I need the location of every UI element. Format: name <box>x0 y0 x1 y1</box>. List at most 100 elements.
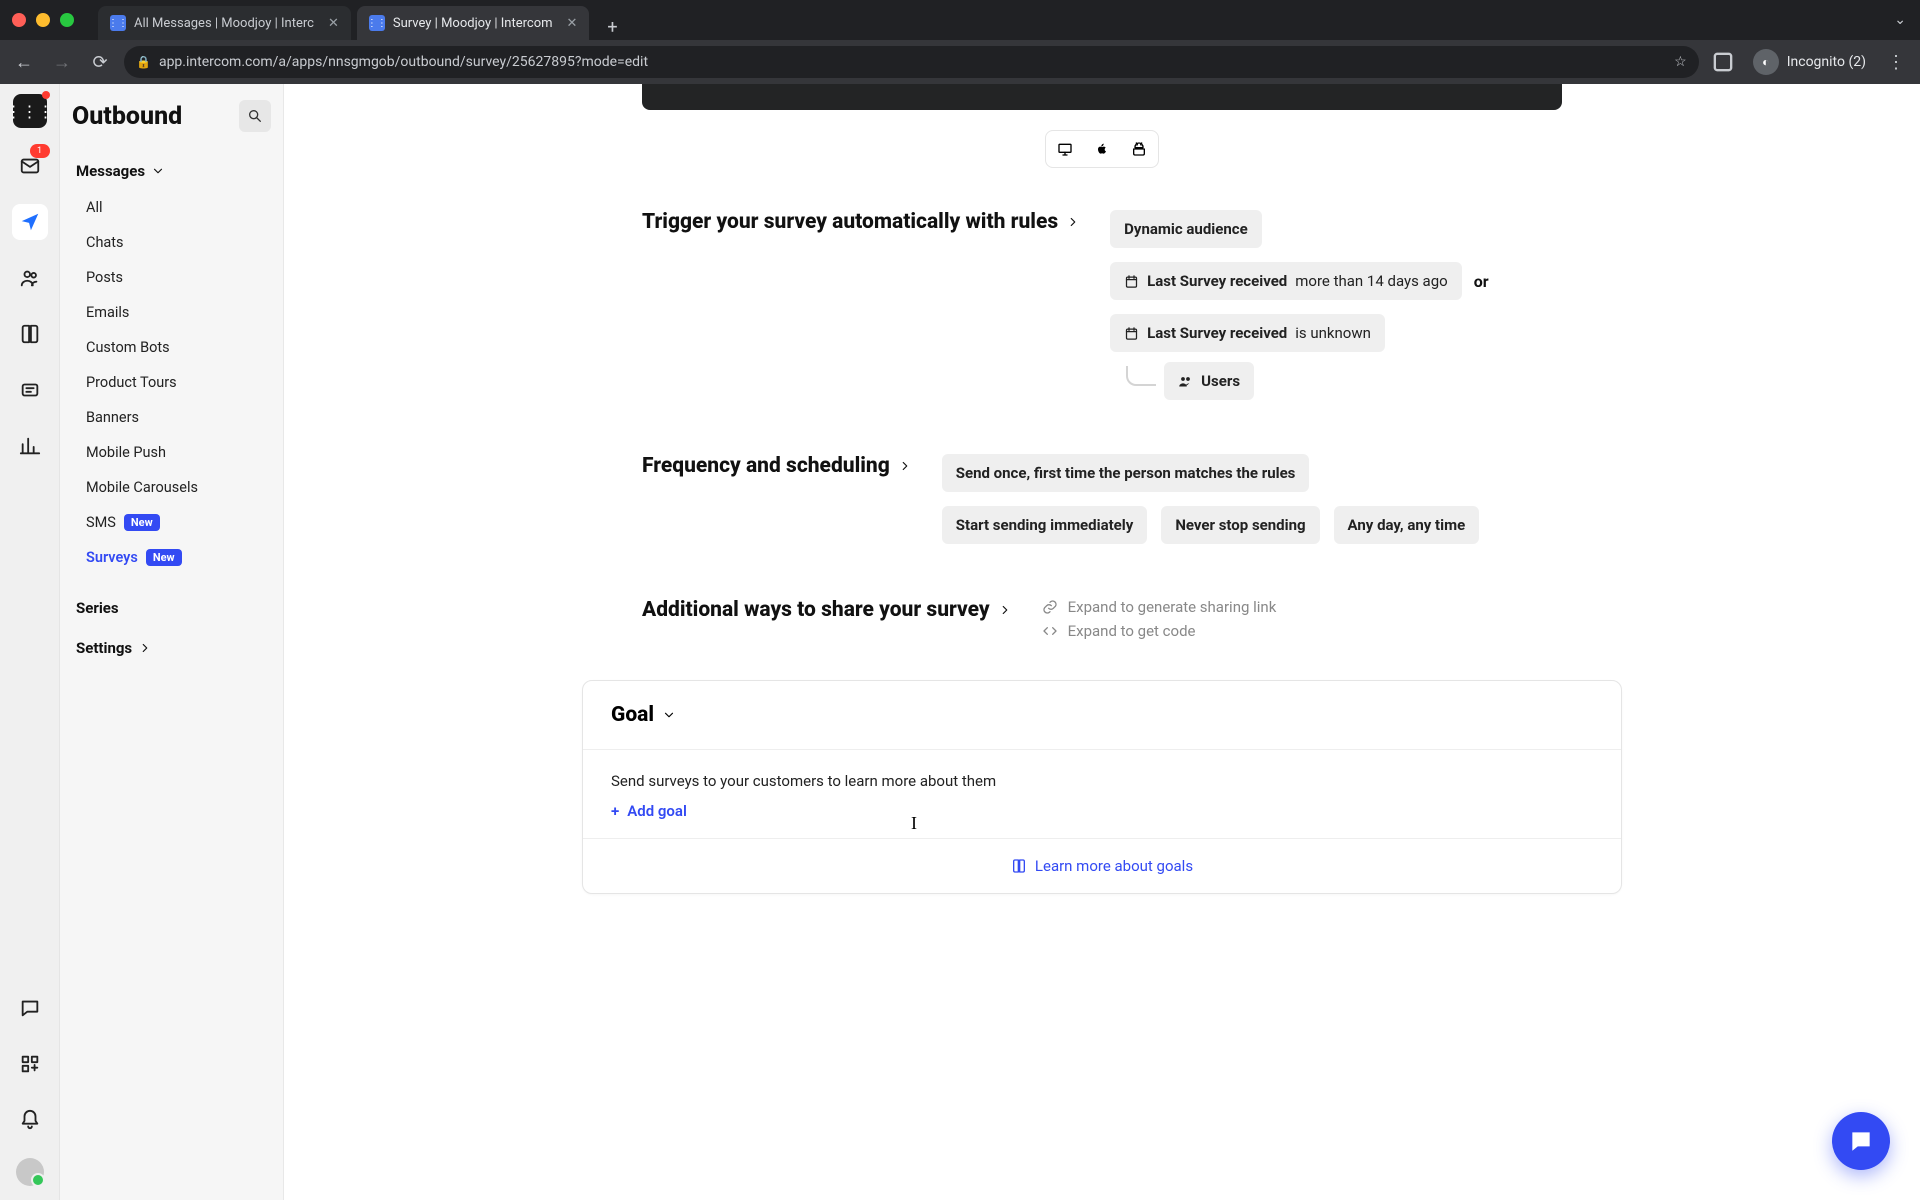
sidebar: Outbound Messages All Chats Posts Emails… <box>60 84 284 1200</box>
share-heading[interactable]: Additional ways to share your survey <box>642 598 1012 622</box>
trigger-heading[interactable]: Trigger your survey automatically with r… <box>642 210 1080 234</box>
incognito-label: Incognito (2) <box>1787 54 1866 70</box>
minimize-window-button[interactable] <box>36 13 50 27</box>
rule-chip-2[interactable]: Last Survey received is unknown <box>1110 314 1385 352</box>
survey-preview-panel-edge <box>642 84 1562 110</box>
rail-apps[interactable] <box>12 1046 48 1082</box>
frequency-chip-stop[interactable]: Never stop sending <box>1161 506 1319 544</box>
sidebar-item-mobile-carousels[interactable]: Mobile Carousels <box>78 470 271 505</box>
rail-avatar[interactable] <box>16 1158 44 1186</box>
macos-titlebar: ⋮⋮ All Messages | Moodjoy | Interc ✕ ⋮⋮ … <box>0 0 1920 40</box>
rail-notifications[interactable] <box>12 1102 48 1138</box>
sidebar-settings[interactable]: Settings <box>72 633 271 663</box>
sidebar-item-emails[interactable]: Emails <box>78 295 271 330</box>
profile-button[interactable]: ◐ Incognito (2) <box>1747 49 1872 75</box>
sidebar-item-sms[interactable]: SMS New <box>78 505 271 540</box>
rail-messenger[interactable] <box>12 990 48 1026</box>
page-title: Outbound <box>72 102 182 131</box>
rail-outbound[interactable] <box>12 204 48 240</box>
add-goal-button[interactable]: + Add goal <box>611 802 1593 820</box>
share-section: Additional ways to share your survey Exp… <box>642 598 1562 640</box>
star-icon[interactable]: ☆ <box>1674 54 1687 70</box>
users-chip[interactable]: Users <box>1164 362 1254 400</box>
browser-tab-2[interactable]: ⋮⋮ Survey | Moodjoy | Intercom ✕ <box>357 6 590 40</box>
frequency-heading[interactable]: Frequency and scheduling <box>642 454 912 478</box>
device-ios-button[interactable] <box>1083 131 1120 167</box>
chevron-down-icon <box>151 164 165 178</box>
reload-button[interactable]: ⟳ <box>86 48 114 76</box>
browser-tabs: ⋮⋮ All Messages | Moodjoy | Interc ✕ ⋮⋮ … <box>98 0 625 40</box>
device-desktop-button[interactable] <box>1046 131 1083 167</box>
browser-menu-button[interactable]: ⋮ <box>1882 48 1910 76</box>
rail-operator[interactable] <box>12 372 48 408</box>
intercom-launcher-button[interactable] <box>1832 1112 1890 1170</box>
tab-title: All Messages | Moodjoy | Interc <box>134 16 314 31</box>
code-icon <box>1042 623 1058 639</box>
messenger-icon <box>1848 1128 1874 1154</box>
app-rail: ⋮⋮⋮ <box>0 84 60 1200</box>
back-button[interactable]: ← <box>10 48 38 76</box>
incognito-icon: ◐ <box>1753 49 1779 75</box>
chevron-right-icon <box>138 641 152 655</box>
intercom-favicon: ⋮⋮ <box>369 15 385 31</box>
frequency-section: Frequency and scheduling Send once, firs… <box>642 454 1562 544</box>
learn-more-goals-link[interactable]: Learn more about goals <box>1011 857 1193 875</box>
link-icon <box>1042 599 1058 615</box>
maximize-window-button[interactable] <box>60 13 74 27</box>
share-link-row[interactable]: Expand to generate sharing link <box>1042 598 1277 616</box>
frequency-chip-schedule[interactable]: Any day, any time <box>1334 506 1480 544</box>
trigger-section: Trigger your survey automatically with r… <box>642 210 1562 400</box>
book-icon <box>1011 858 1027 874</box>
close-tab-icon[interactable]: ✕ <box>567 16 578 31</box>
chevron-right-icon <box>998 603 1012 617</box>
device-preview-switcher <box>1045 130 1159 168</box>
or-label: or <box>1474 272 1489 291</box>
goal-description: Send surveys to your customers to learn … <box>611 772 1593 790</box>
rule-chip-1[interactable]: Last Survey received more than 14 days a… <box>1110 262 1462 300</box>
sidebar-item-product-tours[interactable]: Product Tours <box>78 365 271 400</box>
goal-heading[interactable]: Goal <box>611 703 1593 727</box>
sidebar-item-chats[interactable]: Chats <box>78 225 271 260</box>
new-tab-button[interactable]: + <box>599 14 625 40</box>
frequency-chip-once[interactable]: Send once, first time the person matches… <box>942 454 1310 492</box>
sidebar-item-surveys[interactable]: Surveys New <box>78 540 271 575</box>
chevron-right-icon <box>898 459 912 473</box>
forward-button[interactable]: → <box>48 48 76 76</box>
connector-line <box>1126 366 1156 386</box>
intercom-logo[interactable]: ⋮⋮⋮ <box>13 94 47 128</box>
search-button[interactable] <box>239 100 271 132</box>
url-text: app.intercom.com/a/apps/nnsgmgob/outboun… <box>159 54 648 70</box>
device-android-button[interactable] <box>1121 131 1158 167</box>
sidebar-messages-label: Messages <box>76 162 145 180</box>
rail-contacts[interactable] <box>12 260 48 296</box>
sidebar-item-banners[interactable]: Banners <box>78 400 271 435</box>
intercom-favicon: ⋮⋮ <box>110 15 126 31</box>
close-tab-icon[interactable]: ✕ <box>328 16 339 31</box>
new-badge: New <box>124 514 160 531</box>
sidebar-item-mobile-push[interactable]: Mobile Push <box>78 435 271 470</box>
share-code-row[interactable]: Expand to get code <box>1042 622 1277 640</box>
extensions-button[interactable] <box>1709 48 1737 76</box>
tab-title: Survey | Moodjoy | Intercom <box>393 16 553 31</box>
close-window-button[interactable] <box>12 13 26 27</box>
sidebar-messages-toggle[interactable]: Messages <box>72 156 271 186</box>
main-content: Trigger your survey automatically with r… <box>284 84 1920 1200</box>
sidebar-series[interactable]: Series <box>72 593 271 623</box>
sidebar-item-posts[interactable]: Posts <box>78 260 271 295</box>
audience-chip[interactable]: Dynamic audience <box>1110 210 1262 248</box>
chevron-right-icon <box>1066 215 1080 229</box>
address-bar[interactable]: 🔒 app.intercom.com/a/apps/nnsgmgob/outbo… <box>124 46 1699 78</box>
rail-inbox[interactable] <box>12 148 48 184</box>
tabs-overflow-button[interactable]: ⌄ <box>1894 12 1906 28</box>
chevron-down-icon <box>662 708 676 722</box>
new-badge: New <box>146 549 182 566</box>
frequency-chip-start[interactable]: Start sending immediately <box>942 506 1148 544</box>
browser-tab-1[interactable]: ⋮⋮ All Messages | Moodjoy | Interc ✕ <box>98 6 351 40</box>
goal-card: Goal Send surveys to your customers to l… <box>582 680 1622 894</box>
sidebar-item-custom-bots[interactable]: Custom Bots <box>78 330 271 365</box>
sidebar-item-all[interactable]: All <box>78 190 271 225</box>
traffic-lights <box>8 13 84 27</box>
rail-articles[interactable] <box>12 316 48 352</box>
rail-reports[interactable] <box>12 428 48 464</box>
browser-toolbar: ← → ⟳ 🔒 app.intercom.com/a/apps/nnsgmgob… <box>0 40 1920 84</box>
